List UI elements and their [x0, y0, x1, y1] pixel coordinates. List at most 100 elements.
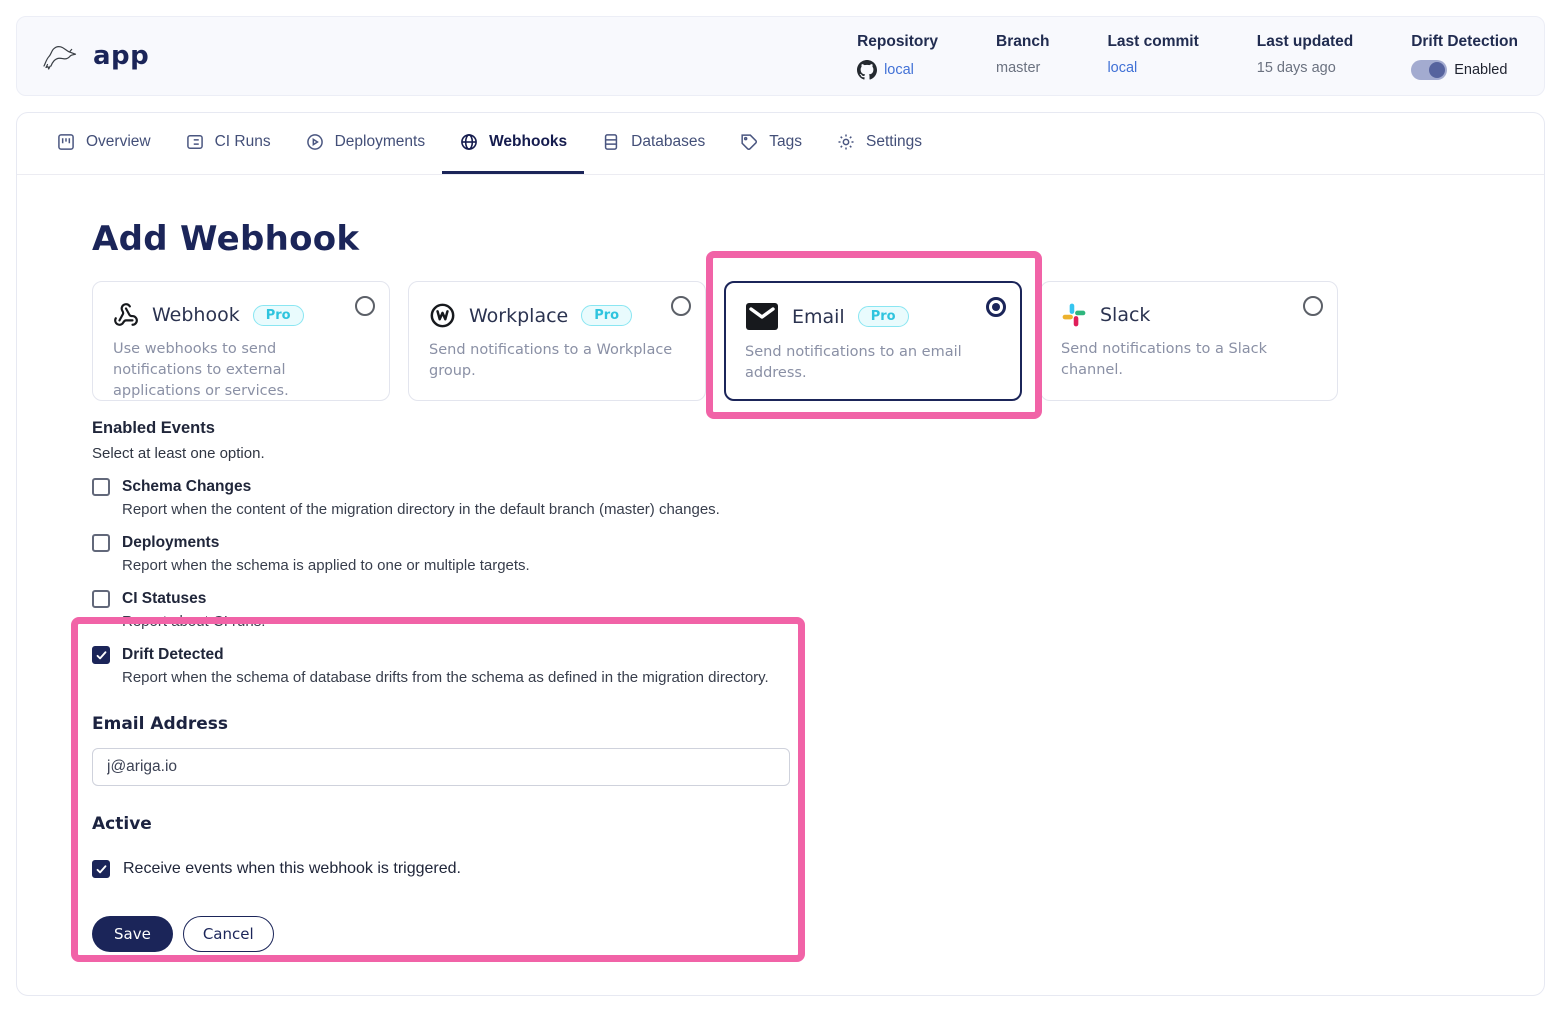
active-checkbox-checked[interactable]: [92, 860, 110, 878]
form-buttons: Save Cancel: [92, 916, 1544, 952]
github-icon: [857, 60, 877, 80]
channel-card-webhook[interactable]: Webhook Pro Use webhooks to send notific…: [92, 281, 390, 401]
main-panel: Overview CI Runs Deployments Webhooks Da…: [16, 112, 1545, 996]
slack-radio[interactable]: [1303, 296, 1323, 316]
drift-detected-checkbox-checked[interactable]: [92, 646, 110, 664]
board-icon: [56, 132, 76, 152]
enabled-events-section: Enabled Events Select at least one optio…: [92, 419, 1544, 686]
brand[interactable]: app: [41, 39, 149, 73]
drift-detected-description: Report when the schema of database drift…: [122, 669, 1544, 686]
pro-badge: Pro: [858, 306, 909, 327]
workplace-icon: [429, 302, 456, 329]
schema-changes-checkbox[interactable]: [92, 478, 110, 496]
stat-last-commit: Last commit local: [1107, 33, 1198, 76]
tab-databases[interactable]: Databases: [584, 113, 722, 174]
tag-icon: [739, 132, 759, 152]
drift-detection-toggle[interactable]: [1411, 60, 1447, 80]
tab-webhooks[interactable]: Webhooks: [442, 113, 584, 174]
stat-drift-detection-label: Drift Detection: [1411, 33, 1518, 51]
pro-badge: Pro: [253, 305, 304, 326]
tab-overview-label: Overview: [86, 133, 151, 151]
email-address-input[interactable]: [92, 748, 790, 786]
event-option-drift-detected: Drift Detected Report when the schema of…: [92, 646, 1544, 686]
checklist-icon: [185, 132, 205, 152]
card-workplace-name: Workplace: [469, 305, 568, 327]
card-email-name: Email: [792, 306, 845, 328]
channel-card-list: Webhook Pro Use webhooks to send notific…: [92, 281, 1544, 401]
event-option-schema-changes: Schema Changes Report when the content o…: [92, 478, 1544, 518]
channel-card-slack[interactable]: Slack Send notifications to a Slack chan…: [1040, 281, 1338, 401]
card-webhook-description: Use webhooks to send notifications to ex…: [113, 339, 369, 402]
active-checkbox-label: Receive events when this webhook is trig…: [123, 860, 461, 878]
email-address-label: Email Address: [92, 714, 1544, 734]
tab-settings[interactable]: Settings: [819, 113, 939, 174]
stat-repository: Repository local: [857, 33, 938, 80]
stat-last-updated: Last updated 15 days ago: [1257, 33, 1353, 76]
stat-repository-label: Repository: [857, 33, 938, 51]
tab-overview[interactable]: Overview: [39, 113, 168, 174]
mysql-dolphin-logo-icon: [41, 39, 81, 73]
drift-detected-label: Drift Detected: [122, 646, 224, 664]
enabled-events-title: Enabled Events: [92, 419, 1544, 438]
tab-bar: Overview CI Runs Deployments Webhooks Da…: [17, 113, 1544, 175]
deployments-checkbox[interactable]: [92, 534, 110, 552]
event-option-deployments: Deployments Report when the schema is ap…: [92, 534, 1544, 574]
webhook-radio[interactable]: [355, 296, 375, 316]
card-workplace-description: Send notifications to a Workplace group.: [429, 340, 685, 382]
pro-badge: Pro: [581, 305, 632, 326]
globe-icon: [459, 132, 479, 152]
tab-tags-label: Tags: [769, 133, 802, 151]
tab-webhooks-label: Webhooks: [489, 133, 567, 151]
enabled-events-subtitle: Select at least one option.: [92, 445, 1544, 462]
repository-link[interactable]: local: [884, 62, 914, 78]
stat-last-commit-label: Last commit: [1107, 33, 1198, 51]
stat-last-updated-label: Last updated: [1257, 33, 1353, 51]
top-header-bar: app Repository local Branch master Last …: [16, 16, 1545, 96]
tab-settings-label: Settings: [866, 133, 922, 151]
app-title: app: [93, 41, 149, 71]
card-slack-name: Slack: [1100, 304, 1150, 326]
stat-branch-value: master: [996, 60, 1049, 76]
page-title: Add Webhook: [92, 219, 1544, 259]
deployments-description: Report when the schema is applied to one…: [122, 557, 1544, 574]
active-checkbox-row: Receive events when this webhook is trig…: [92, 860, 1544, 878]
email-radio-checked[interactable]: [986, 297, 1006, 317]
card-webhook-name: Webhook: [152, 304, 240, 326]
tab-deployments[interactable]: Deployments: [288, 113, 442, 174]
workplace-radio[interactable]: [671, 296, 691, 316]
active-label: Active: [92, 814, 1544, 834]
toggle-knob: [1429, 62, 1445, 78]
gear-icon: [836, 132, 856, 152]
tab-tags[interactable]: Tags: [722, 113, 819, 174]
envelope-icon: [745, 302, 779, 331]
drift-detection-state: Enabled: [1454, 62, 1507, 78]
tab-deployments-label: Deployments: [335, 133, 425, 151]
webhook-icon: [113, 302, 139, 328]
channel-card-workplace[interactable]: Workplace Pro Send notifications to a Wo…: [408, 281, 706, 401]
repo-stats: Repository local Branch master Last comm…: [857, 33, 1518, 80]
last-commit-link[interactable]: local: [1107, 60, 1198, 76]
ci-statuses-description: Report about CI runs.: [122, 613, 1544, 630]
card-email-description: Send notifications to an email address.: [745, 342, 1001, 384]
database-icon: [601, 132, 621, 152]
schema-changes-label: Schema Changes: [122, 478, 251, 496]
slack-icon: [1061, 302, 1087, 328]
save-button[interactable]: Save: [92, 916, 173, 952]
stat-last-updated-value: 15 days ago: [1257, 60, 1353, 76]
stat-branch: Branch master: [996, 33, 1049, 76]
stat-drift-detection: Drift Detection Enabled: [1411, 33, 1518, 80]
stat-branch-label: Branch: [996, 33, 1049, 51]
tab-databases-label: Databases: [631, 133, 705, 151]
play-circle-icon: [305, 132, 325, 152]
event-option-ci-statuses: CI Statuses Report about CI runs.: [92, 590, 1544, 630]
cancel-button[interactable]: Cancel: [183, 916, 274, 952]
ci-statuses-label: CI Statuses: [122, 590, 206, 608]
tab-ci-runs-label: CI Runs: [215, 133, 271, 151]
deployments-label: Deployments: [122, 534, 219, 552]
card-slack-description: Send notifications to a Slack channel.: [1061, 339, 1317, 381]
channel-card-email[interactable]: Email Pro Send notifications to an email…: [724, 281, 1022, 401]
schema-changes-description: Report when the content of the migration…: [122, 501, 1544, 518]
stat-repository-value[interactable]: local: [857, 60, 938, 80]
ci-statuses-checkbox[interactable]: [92, 590, 110, 608]
tab-ci-runs[interactable]: CI Runs: [168, 113, 288, 174]
